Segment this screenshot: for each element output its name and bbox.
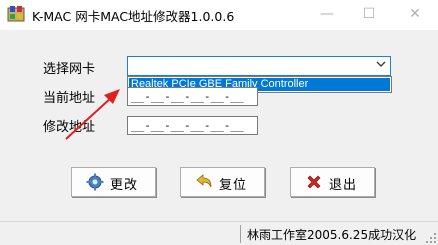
reset-button-label: 复位 [219,178,248,193]
reset-button[interactable]: 复位 [180,167,265,197]
status-separator [240,225,241,243]
status-text: 林雨工作室2005.6.25成功汉化 [247,228,417,242]
red-x-icon [307,175,321,189]
status-bar: 林雨工作室2005.6.25成功汉化 [0,221,438,245]
annotation-arrow [65,89,120,140]
undo-arrow-icon [196,174,212,188]
change-button-label: 更改 [110,178,139,193]
change-button[interactable]: 更改 [71,167,156,197]
app-window: K-MAC 网卡MAC地址修改器1.0.0.6 — ☐ ✕ 选择网卡 Realt… [0,0,438,245]
exit-button-label: 退出 [329,178,358,193]
gear-icon [86,173,104,191]
exit-button[interactable]: 退出 [290,167,375,197]
resize-grip-icon[interactable] [425,232,437,244]
